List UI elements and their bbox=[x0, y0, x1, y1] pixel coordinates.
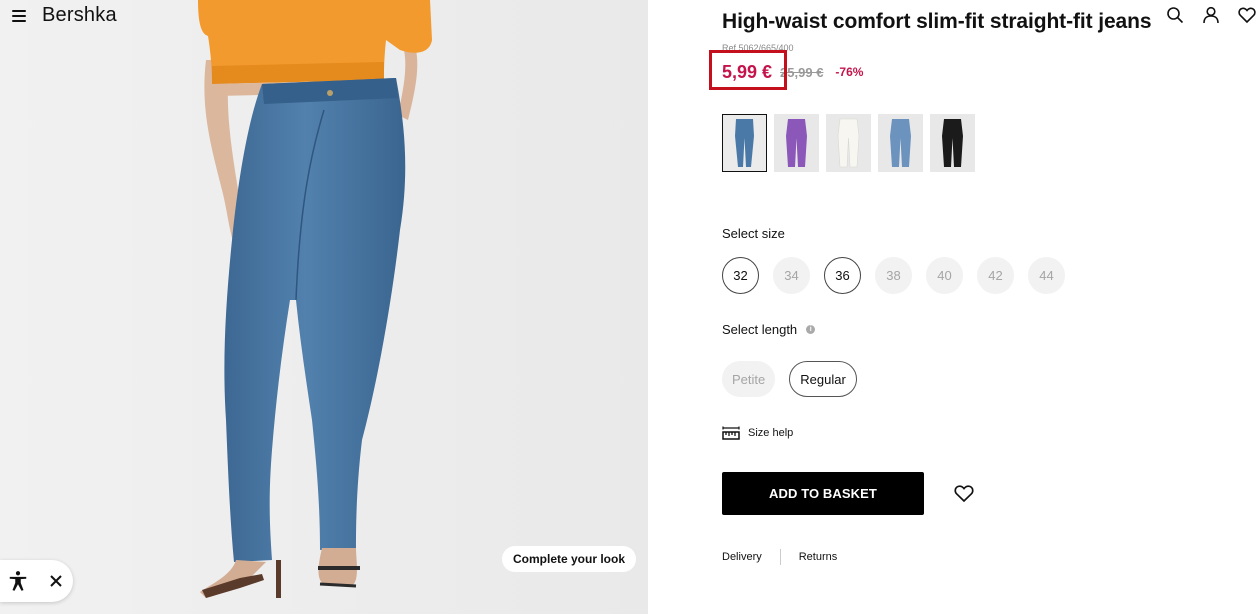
product-image: Bershka Complete your look bbox=[0, 0, 648, 614]
brand-logo[interactable]: Bershka bbox=[42, 4, 117, 27]
info-links: Delivery Returns bbox=[722, 549, 837, 565]
accessibility-icon[interactable] bbox=[6, 569, 30, 593]
header-icons bbox=[1166, 6, 1256, 24]
size-option-44[interactable]: 44 bbox=[1028, 257, 1065, 294]
select-length-text: Select length bbox=[722, 322, 798, 337]
original-price: 25,99 € bbox=[780, 64, 824, 80]
product-title: High-waist comfort slim-fit straight-fit… bbox=[722, 10, 1152, 33]
menu-icon[interactable] bbox=[12, 9, 26, 22]
size-option-40[interactable]: 40 bbox=[926, 257, 963, 294]
close-icon[interactable] bbox=[44, 569, 68, 593]
complete-your-look-button[interactable]: Complete your look bbox=[502, 546, 637, 572]
discount-badge: -76% bbox=[835, 65, 864, 79]
size-option-32[interactable]: 32 bbox=[722, 257, 759, 294]
search-icon[interactable] bbox=[1166, 6, 1184, 24]
returns-link[interactable]: Returns bbox=[799, 551, 838, 563]
size-option-34[interactable]: 34 bbox=[773, 257, 810, 294]
size-help-link[interactable]: Size help bbox=[722, 426, 793, 440]
color-swatch-purple[interactable] bbox=[774, 114, 819, 172]
info-icon[interactable]: i bbox=[806, 325, 816, 334]
color-swatch-black[interactable] bbox=[930, 114, 975, 172]
add-to-basket-button[interactable]: ADD TO BASKET bbox=[722, 472, 924, 515]
user-icon[interactable] bbox=[1202, 6, 1220, 24]
size-help-label: Size help bbox=[748, 427, 794, 439]
select-size-label: Select size bbox=[722, 226, 785, 241]
ruler-icon bbox=[722, 426, 740, 440]
price-row: 5,99 € 25,99 € -76% bbox=[722, 60, 863, 84]
size-option-42[interactable]: 42 bbox=[977, 257, 1014, 294]
color-swatches bbox=[722, 114, 975, 172]
select-length-label: Select length i bbox=[722, 322, 816, 337]
color-swatch-mid-blue[interactable] bbox=[722, 114, 767, 172]
heart-icon[interactable] bbox=[1238, 6, 1256, 24]
top-navigation: Bershka bbox=[12, 4, 117, 27]
wishlist-heart-icon[interactable] bbox=[954, 484, 974, 503]
accessibility-widget bbox=[0, 560, 73, 602]
size-option-38[interactable]: 38 bbox=[875, 257, 912, 294]
delivery-link[interactable]: Delivery bbox=[722, 551, 762, 563]
current-price: 5,99 € bbox=[722, 61, 773, 82]
color-swatch-light-blue[interactable] bbox=[878, 114, 923, 172]
size-options: 32 34 36 38 40 42 44 bbox=[722, 257, 1065, 294]
size-option-36[interactable]: 36 bbox=[824, 257, 861, 294]
product-reference: Ref 5062/665/400 bbox=[722, 43, 794, 53]
length-options: Petite Regular bbox=[722, 361, 857, 397]
color-swatch-white[interactable] bbox=[826, 114, 871, 172]
divider bbox=[779, 549, 781, 565]
length-option-regular[interactable]: Regular bbox=[789, 361, 857, 397]
length-option-petite[interactable]: Petite bbox=[722, 361, 776, 397]
model-photo bbox=[0, 0, 648, 614]
